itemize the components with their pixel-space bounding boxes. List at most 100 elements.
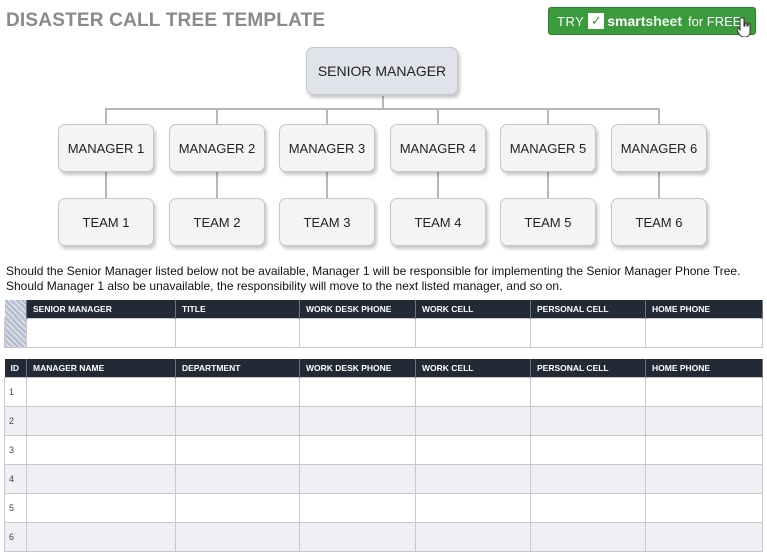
table-cell[interactable] [415,435,531,465]
senior-table-header-4: WORK DESK PHONE [299,300,416,319]
table-cell[interactable] [645,435,763,465]
note-line-1: Should the Senior Manager listed below n… [6,264,741,278]
page-title: DISASTER CALL TREE TEMPLATE [6,10,326,31]
table-cell[interactable] [645,377,763,407]
team-node-6[interactable]: TEAM 6 [611,198,707,246]
manager-node-3[interactable]: MANAGER 3 [279,124,375,172]
table-cell[interactable] [530,377,646,407]
table-cell[interactable] [299,406,416,436]
team-node-5[interactable]: TEAM 5 [500,198,596,246]
smartsheet-logo: smartsheet [607,13,682,29]
table-cell[interactable] [530,464,646,494]
table-cell[interactable] [175,435,300,465]
senior-name-cell[interactable] [26,318,176,348]
smartsheet-try-free-button[interactable]: TRY ✓ smartsheet for FREE [548,7,756,35]
manager-table: ID MANAGER NAME DEPARTMENT WORK DESK PHONE W… [4,359,763,552]
manager-table-header-1: ID [4,359,27,378]
connector-to-manager-4 [437,108,439,124]
senior-manager-node[interactable]: SENIOR MANAGER [306,47,458,95]
connector-to-team-5 [547,171,549,199]
table-cell[interactable] [530,522,646,552]
team-node-4[interactable]: TEAM 4 [390,198,486,246]
row-id: 4 [4,464,27,494]
row-id: 6 [4,522,27,552]
table-cell[interactable] [415,406,531,436]
row-id: 3 [4,435,27,465]
table-cell[interactable] [299,493,416,523]
check-icon: ✓ [588,13,605,29]
free-label: for FREE [687,13,742,29]
manager-node-6[interactable]: MANAGER 6 [611,124,707,172]
senior-table-header-5: WORK CELL [415,300,531,319]
table-cell[interactable] [26,406,176,436]
row-id: 2 [4,406,27,436]
instruction-note: Should the Senior Manager listed below n… [6,264,740,294]
senior-work-cell-cell[interactable] [415,318,531,348]
manager-table-header-2: MANAGER NAME [26,359,176,378]
senior-table-header-6: PERSONAL CELL [530,300,646,319]
table-cell[interactable] [175,464,300,494]
table-cell[interactable] [175,493,300,523]
senior-personal-cell-cell[interactable] [530,318,646,348]
table-cell[interactable] [530,493,646,523]
try-label: TRY [557,13,585,29]
table-cell[interactable] [26,493,176,523]
table-cell[interactable] [299,435,416,465]
senior-table-header-7: HOME PHONE [645,300,763,319]
table-row: 4 [4,464,763,494]
table-cell[interactable] [26,464,176,494]
table-cell[interactable] [299,522,416,552]
table-cell[interactable] [175,522,300,552]
table-row: 5 [4,493,763,523]
senior-table-header-2: SENIOR MANAGER [26,300,176,319]
senior-title-cell[interactable] [175,318,300,348]
connector-to-manager-6 [658,108,660,124]
senior-row-marker [4,318,27,348]
table-cell[interactable] [415,493,531,523]
table-cell[interactable] [645,464,763,494]
table-cell[interactable] [645,406,763,436]
table-cell[interactable] [645,493,763,523]
connector-to-team-3 [326,171,328,199]
table-cell[interactable] [175,377,300,407]
table-cell[interactable] [26,522,176,552]
connector-to-manager-1 [105,108,107,124]
team-node-2[interactable]: TEAM 2 [169,198,265,246]
connector-to-team-2 [216,171,218,199]
table-cell[interactable] [415,522,531,552]
table-cell[interactable] [299,464,416,494]
table-cell[interactable] [415,377,531,407]
table-cell[interactable] [415,464,531,494]
table-cell[interactable] [299,377,416,407]
senior-manager-table: SENIOR MANAGER TITLE WORK DESK PHONE WORK C… [4,300,763,348]
team-node-3[interactable]: TEAM 3 [279,198,375,246]
table-row: 3 [4,435,763,465]
manager-node-4[interactable]: MANAGER 4 [390,124,486,172]
table-row: 6 [4,522,763,552]
senior-home-phone-cell[interactable] [645,318,763,348]
manager-node-5[interactable]: MANAGER 5 [500,124,596,172]
table-cell[interactable] [530,435,646,465]
manager-table-header-5: WORK CELL [415,359,531,378]
senior-table-header-3: TITLE [175,300,300,319]
table-cell[interactable] [26,377,176,407]
table-cell[interactable] [26,435,176,465]
team-node-1[interactable]: TEAM 1 [58,198,154,246]
table-row: 2 [4,406,763,436]
row-id: 5 [4,493,27,523]
table-cell[interactable] [530,406,646,436]
connector-to-team-6 [658,171,660,199]
connector-to-manager-5 [547,108,549,124]
connector-to-team-4 [437,171,439,199]
manager-table-header-7: HOME PHONE [645,359,763,378]
table-row: 1 [4,377,763,407]
note-line-2: Should Manager 1 also be unavailable, th… [6,279,563,293]
manager-node-1[interactable]: MANAGER 1 [58,124,154,172]
manager-node-2[interactable]: MANAGER 2 [169,124,265,172]
row-id: 1 [4,377,27,407]
senior-desk-phone-cell[interactable] [299,318,416,348]
connector-to-manager-2 [216,108,218,124]
table-cell[interactable] [645,522,763,552]
manager-table-header-6: PERSONAL CELL [530,359,646,378]
table-cell[interactable] [175,406,300,436]
